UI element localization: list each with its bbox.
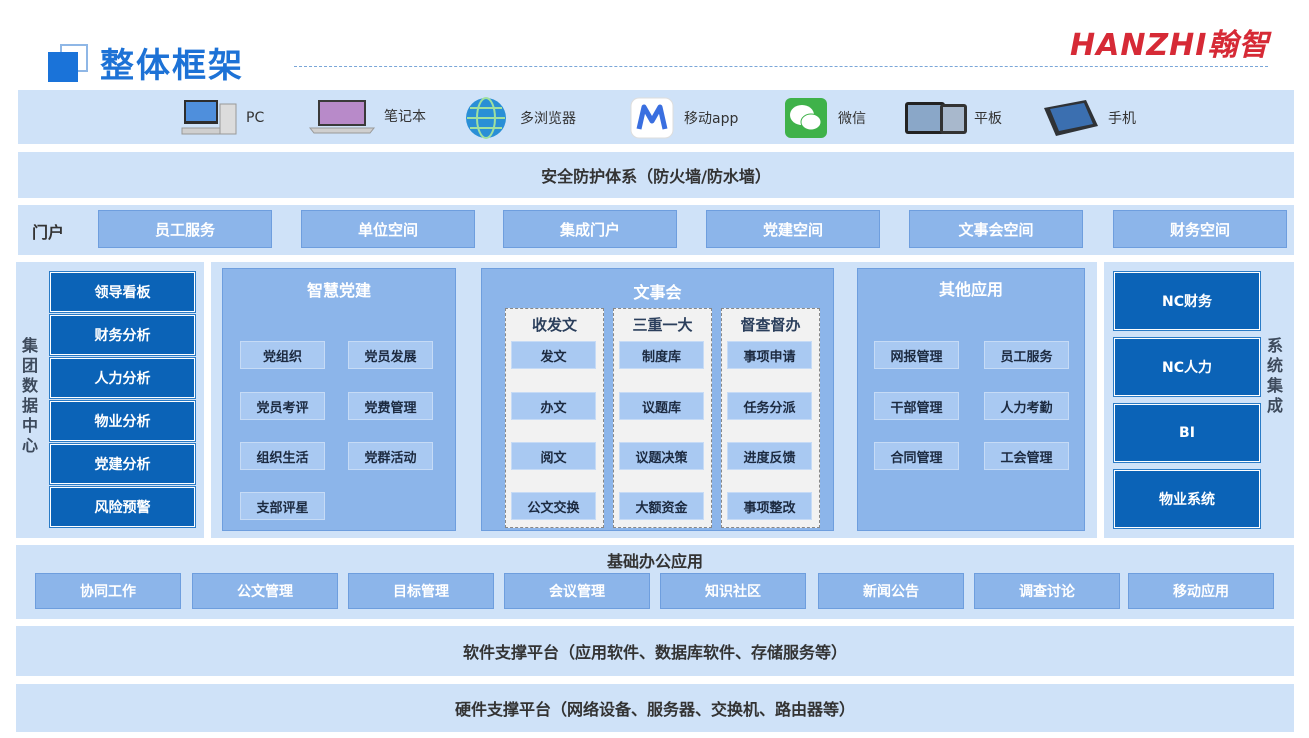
party-item[interactable]: 支部评星 (240, 492, 325, 520)
council-item[interactable]: 进度反馈 (727, 442, 812, 470)
basic-item[interactable]: 调查讨论 (974, 573, 1120, 609)
basic-item[interactable]: 公文管理 (192, 573, 338, 609)
data-center-item[interactable]: 风险预警 (49, 486, 196, 528)
council-item[interactable]: 议题库 (619, 392, 704, 420)
other-item[interactable]: 网报管理 (874, 341, 959, 369)
integration-item[interactable]: NC财务 (1113, 271, 1261, 331)
integration-item[interactable]: 物业系统 (1113, 469, 1261, 529)
basic-item[interactable]: 新闻公告 (818, 573, 964, 609)
basic-item[interactable]: 会议管理 (504, 573, 650, 609)
laptop-icon (308, 100, 376, 134)
council-item[interactable]: 制度库 (619, 341, 704, 369)
basic-item[interactable]: 知识社区 (660, 573, 806, 609)
council-column-title: 三重一大 (632, 316, 693, 334)
other-item[interactable]: 干部管理 (874, 392, 959, 420)
data-center-item[interactable]: 党建分析 (49, 443, 196, 485)
council-item[interactable]: 议题决策 (619, 442, 704, 470)
basic-title: 基础办公应用 (606, 552, 703, 571)
device-label: 手机 (1108, 111, 1136, 127)
device-app: 移动app (630, 97, 738, 139)
pc-icon (181, 100, 237, 135)
app-icon (630, 97, 674, 139)
portal-item[interactable]: 员工服务 (98, 210, 272, 248)
council-item[interactable]: 事项申请 (727, 341, 812, 369)
page-title: 整体框架 (100, 46, 244, 86)
council-column-title: 督查督办 (740, 316, 801, 334)
data-center-item[interactable]: 人力分析 (49, 357, 196, 399)
basic-item[interactable]: 协同工作 (35, 573, 181, 609)
party-item[interactable]: 党费管理 (348, 392, 433, 420)
title-underline (294, 66, 1268, 67)
data-center-item[interactable]: 物业分析 (49, 400, 196, 442)
council-item[interactable]: 任务分派 (727, 392, 812, 420)
party-item[interactable]: 党员考评 (240, 392, 325, 420)
other-item[interactable]: 员工服务 (984, 341, 1069, 369)
council-item[interactable]: 办文 (511, 392, 596, 420)
other-item[interactable]: 工会管理 (984, 442, 1069, 470)
council-item[interactable]: 阅文 (511, 442, 596, 470)
council-item[interactable]: 大额资金 (619, 492, 704, 520)
data-center-label: 集团数据中心 (21, 336, 38, 455)
device-laptop: 笔记本 (306, 98, 426, 134)
party-item[interactable]: 党群活动 (348, 442, 433, 470)
basic-item[interactable]: 目标管理 (348, 573, 494, 609)
integration-item[interactable]: BI (1113, 403, 1261, 463)
device-tablet: 平板 (904, 100, 1002, 136)
basic-item[interactable]: 移动应用 (1128, 573, 1274, 609)
integration-label: 系统集成 (1266, 336, 1283, 415)
council-item[interactable]: 发文 (511, 341, 596, 369)
device-wechat: 微信 (784, 97, 866, 139)
portal-label: 门户 (32, 223, 65, 242)
integration-item[interactable]: NC人力 (1113, 337, 1261, 397)
wechat-icon (785, 98, 827, 138)
globe-icon (466, 97, 506, 139)
device-pc: PC (180, 98, 264, 138)
portal-item[interactable]: 文事会空间 (909, 210, 1083, 248)
device-label: 微信 (838, 111, 866, 127)
device-label: 多浏览器 (520, 111, 576, 127)
party-title: 智慧党建 (306, 281, 371, 300)
device-label: 笔记本 (384, 109, 426, 125)
party-item[interactable]: 党员发展 (348, 341, 433, 369)
council-item[interactable]: 事项整改 (727, 492, 812, 520)
other-item[interactable]: 合同管理 (874, 442, 959, 470)
council-item[interactable]: 公文交换 (511, 492, 596, 520)
device-phone: 手机 (1040, 98, 1136, 138)
device-label: PC (246, 110, 265, 126)
tablet-icon (905, 102, 967, 134)
brand-logo: HANZHI翰智 (1070, 28, 1270, 63)
phone-icon (1044, 100, 1098, 136)
other-title: 其他应用 (938, 280, 1003, 299)
council-column-title: 收发文 (531, 316, 577, 334)
party-item[interactable]: 组织生活 (240, 442, 325, 470)
portal-item[interactable]: 财务空间 (1113, 210, 1287, 248)
hardware-platform: 硬件支撑平台（网络设备、服务器、交换机、路由器等） (16, 684, 1294, 732)
party-item[interactable]: 党组织 (240, 341, 325, 369)
security-layer: 安全防护体系（防火墙/防水墙） (18, 152, 1294, 198)
title-icon (48, 44, 90, 82)
data-center-item[interactable]: 领导看板 (49, 271, 196, 313)
device-label: 移动app (684, 111, 739, 127)
data-center-item[interactable]: 财务分析 (49, 314, 196, 356)
portal-item[interactable]: 单位空间 (301, 210, 475, 248)
other-item[interactable]: 人力考勤 (984, 392, 1069, 420)
portal-item[interactable]: 党建空间 (706, 210, 880, 248)
portal-item[interactable]: 集成门户 (503, 210, 677, 248)
device-browser: 多浏览器 (464, 96, 576, 140)
device-label: 平板 (974, 111, 1002, 127)
software-platform: 软件支撑平台（应用软件、数据库软件、存储服务等） (16, 626, 1294, 676)
council-title: 文事会 (633, 283, 682, 302)
